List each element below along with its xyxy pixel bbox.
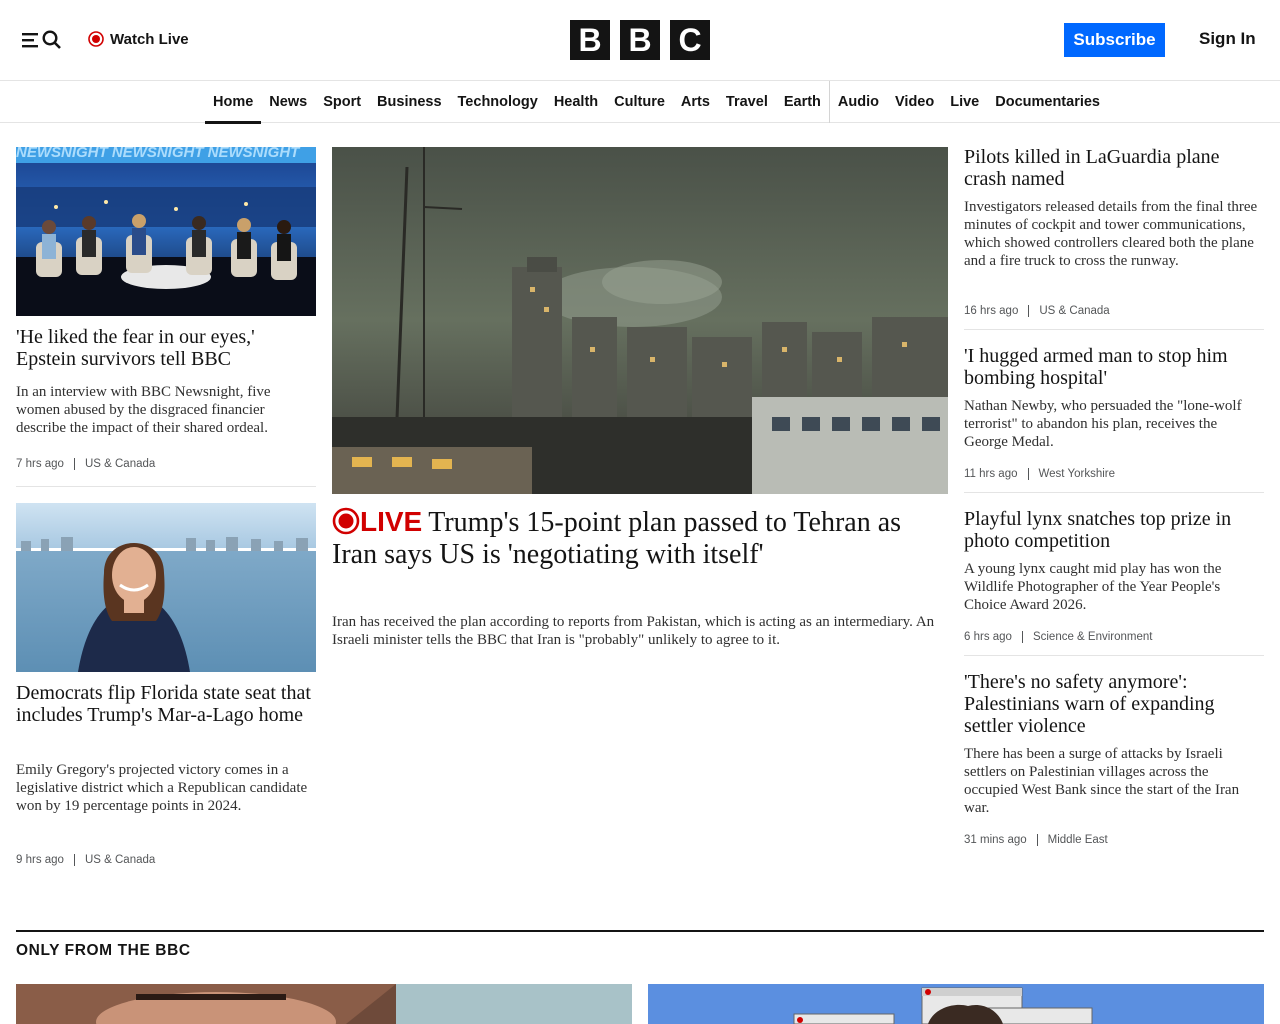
story-divider <box>964 655 1264 656</box>
newsnight-banner-text: NEWSNIGHT NEWSNIGHT NEWSNIGHT <box>16 147 300 161</box>
story-meta-hospital: 11 hrs ago West Yorkshire <box>964 468 1115 480</box>
story-category-link[interactable]: US & Canada <box>75 854 155 866</box>
nav-item-earth[interactable]: Earth <box>776 81 830 123</box>
sign-in-link[interactable]: Sign In <box>1199 29 1256 49</box>
story-divider <box>964 329 1264 330</box>
story-divider <box>964 492 1264 493</box>
story-summary-lynx: A young lynx caught mid play has won the… <box>964 561 1222 613</box>
story-summary-settlers: There has been a surge of attacks by Isr… <box>964 746 1240 816</box>
story-headline-settlers[interactable]: 'There's no safety anymore': Palestinian… <box>964 671 1264 737</box>
bbc-logo[interactable]: B B C <box>570 20 710 60</box>
lead-story-image[interactable] <box>332 147 948 494</box>
logo-letter-2: B <box>620 20 660 60</box>
nav-item-culture[interactable]: Culture <box>606 81 673 123</box>
story-headline-florida[interactable]: Democrats flip Florida state seat that i… <box>16 682 316 726</box>
nav-item-health[interactable]: Health <box>546 81 606 123</box>
nav-item-sport[interactable]: Sport <box>315 81 369 123</box>
menu-search-button[interactable] <box>20 27 64 53</box>
story-headline-lynx[interactable]: Playful lynx snatches top prize in photo… <box>964 508 1264 552</box>
site-header: Watch Live B B C Subscribe Sign In <box>0 0 1280 81</box>
story-meta-epstein: 7 hrs ago US & Canada <box>16 458 155 470</box>
story-summary-epstein: In an interview with BBC Newsnight, five… <box>16 384 271 436</box>
story-image-florida[interactable] <box>16 503 316 672</box>
story-category-link[interactable]: Science & Environment <box>1023 631 1153 643</box>
nav-item-audio[interactable]: Audio <box>830 81 887 123</box>
live-indicator-icon <box>88 31 104 47</box>
main-navigation: Home News Sport Business Technology Heal… <box>0 81 1280 124</box>
story-category-link[interactable]: US & Canada <box>1029 305 1109 317</box>
nav-item-home[interactable]: Home <box>205 81 262 124</box>
story-summary-laguardia: Investigators released details from the … <box>964 199 1258 269</box>
story-meta-lynx: 6 hrs ago Science & Environment <box>964 631 1153 643</box>
story-category-link[interactable]: West Yorkshire <box>1029 468 1116 480</box>
lead-story-summary: Iran has received the plan according to … <box>332 614 935 648</box>
menu-icon <box>22 33 38 48</box>
story-summary-florida: Emily Gregory's projected victory comes … <box>16 762 308 814</box>
section-image-2[interactable] <box>648 984 1264 1024</box>
subscribe-button[interactable]: Subscribe <box>1064 23 1165 57</box>
story-time: 7 hrs ago <box>16 458 75 470</box>
live-label: LIVE <box>360 506 423 537</box>
section-title-only-from-bbc: ONLY FROM THE BBC <box>16 930 1264 960</box>
watch-live-link[interactable]: Watch Live <box>88 28 189 50</box>
story-divider <box>16 486 316 487</box>
logo-letter-1: B <box>570 20 610 60</box>
story-summary-hospital: Nathan Newby, who persuaded the "lone-wo… <box>964 398 1242 450</box>
watch-live-label: Watch Live <box>110 30 189 48</box>
story-time: 6 hrs ago <box>964 631 1023 643</box>
story-meta-laguardia: 16 hrs ago US & Canada <box>964 305 1110 317</box>
nav-item-technology[interactable]: Technology <box>450 81 546 123</box>
story-category-link[interactable]: Middle East <box>1038 834 1108 846</box>
story-headline-laguardia[interactable]: Pilots killed in LaGuardia plane crash n… <box>964 146 1264 190</box>
nav-item-documentaries[interactable]: Documentaries <box>987 81 1108 123</box>
story-image-newsnight[interactable]: NEWSNIGHT NEWSNIGHT NEWSNIGHT <box>16 147 316 316</box>
nav-item-news[interactable]: News <box>261 81 315 123</box>
live-indicator-icon <box>332 507 360 535</box>
nav-item-travel[interactable]: Travel <box>718 81 776 123</box>
nav-item-business[interactable]: Business <box>369 81 449 123</box>
story-time: 9 hrs ago <box>16 854 75 866</box>
story-headline-epstein[interactable]: 'He liked the fear in our eyes,' Epstein… <box>16 326 316 370</box>
logo-letter-3: C <box>670 20 710 60</box>
story-headline-hospital[interactable]: 'I hugged armed man to stop him bombing … <box>964 345 1264 389</box>
story-time: 11 hrs ago <box>964 468 1029 480</box>
story-time: 16 hrs ago <box>964 305 1030 317</box>
search-icon <box>42 30 61 49</box>
story-meta-settlers: 31 mins ago Middle East <box>964 834 1108 846</box>
story-time: 31 mins ago <box>964 834 1038 846</box>
nav-item-video[interactable]: Video <box>887 81 942 123</box>
nav-item-arts[interactable]: Arts <box>673 81 718 123</box>
lead-story-headline[interactable]: LIVE Trump's 15-point plan passed to Tehr… <box>332 506 948 571</box>
section-image-1[interactable] <box>16 984 632 1024</box>
story-category-link[interactable]: US & Canada <box>75 458 155 470</box>
story-meta-florida: 9 hrs ago US & Canada <box>16 854 155 866</box>
nav-item-live[interactable]: Live <box>942 81 987 123</box>
